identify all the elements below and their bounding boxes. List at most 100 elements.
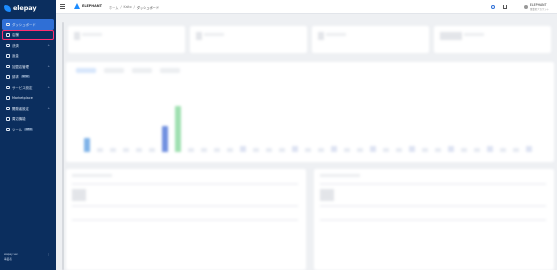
invoice-icon [6, 75, 10, 79]
chart-bar [97, 148, 103, 152]
tool-icon [6, 127, 10, 131]
kpi-card [190, 26, 307, 53]
sidebar-item-label: 加盟店管理 [12, 64, 29, 69]
chart-bar [474, 148, 480, 152]
logo-icon [4, 4, 11, 12]
sidebar-item-label: 決済 [12, 43, 19, 48]
list-card [66, 169, 306, 270]
chart-bar [253, 148, 259, 152]
developer-icon [6, 106, 10, 110]
chart-bar [305, 148, 311, 152]
chart-bar [487, 146, 493, 152]
sidebar-item-payment[interactable]: 決済 + [2, 40, 54, 51]
dashboard-icon [6, 22, 10, 26]
brand-name: ELEPHANT [82, 4, 102, 8]
chart-bar [435, 148, 441, 152]
chart-bar [318, 148, 324, 152]
chart-bar [227, 148, 233, 152]
refund-icon [6, 54, 10, 58]
expand-icon: + [47, 64, 50, 69]
sidebar-item-dashboard[interactable]: ダッシュボード [2, 19, 54, 30]
chart-bar [331, 146, 337, 152]
chart-bar [214, 148, 220, 152]
chart-bar [344, 148, 350, 152]
breadcrumb-account[interactable]: Kaito [124, 5, 132, 10]
chart-bar [500, 148, 506, 152]
chart-bar [136, 148, 142, 152]
chart-bar [279, 148, 285, 152]
header-actions [491, 4, 507, 9]
sidebar-item-invoice[interactable]: 請求 NEW [2, 72, 54, 83]
marketplace-icon [6, 96, 10, 100]
sidebar: elepay ダッシュボード 店舗 決済 + 返金 加盟店管理 + 請求 NEW [0, 0, 56, 270]
chart-bars [84, 82, 534, 152]
download-icon[interactable] [503, 4, 507, 9]
kpi-card [434, 26, 551, 53]
sidebar-item-label: 返金 [12, 54, 19, 59]
chart-bar [149, 148, 155, 152]
user-menu[interactable]: ELEPHANT 事業者アカウント [524, 3, 549, 11]
sidebar-item-refund[interactable]: 返金 [2, 51, 54, 62]
chart-bar [422, 148, 428, 152]
chart-bar [357, 148, 363, 152]
chart-card [66, 62, 554, 162]
chart-bar [84, 138, 90, 152]
version-text: elepay ver. [4, 253, 19, 256]
chart-bar [266, 148, 272, 152]
top-header: ELEPHANT ホーム / Kaito / ダッシュボード ELEPHANT … [56, 0, 557, 14]
breadcrumb-home[interactable]: ホーム [109, 5, 118, 10]
sidebar-item-merchant[interactable]: 加盟店管理 + [2, 61, 54, 72]
chart-bar [513, 148, 519, 152]
brand: ELEPHANT [74, 3, 102, 9]
sidebar-item-label: ツール [12, 127, 23, 132]
sidebar-footer: elepay ver. 事業者 ⋮ [4, 252, 50, 261]
breadcrumb: ホーム / Kaito / ダッシュボード [109, 5, 160, 10]
chart-bar [110, 148, 116, 152]
hamburger-menu-icon[interactable] [60, 4, 65, 9]
chart-tabs [76, 68, 180, 73]
sidebar-item-label: 請求 [12, 75, 19, 80]
sidebar-item-peripheral[interactable]: 周辺機能 [2, 114, 54, 125]
chart-bar [292, 146, 298, 152]
sidebar-item-label: 店舗 [12, 33, 19, 38]
expand-icon: + [47, 106, 50, 111]
kpi-card [68, 26, 185, 53]
sidebar-item-service-settings[interactable]: サービス設定 + [2, 82, 54, 93]
sidebar-item-tools[interactable]: ツール NEW [2, 124, 54, 135]
sidebar-item-developer[interactable]: 開発者設定 + [2, 103, 54, 114]
chart-bar [175, 106, 181, 152]
sidebar-item-label: ダッシュボード [12, 22, 36, 27]
chart-bar [162, 126, 168, 152]
chart-bar [396, 148, 402, 152]
sidebar-item-store[interactable]: 店舗 [2, 29, 54, 40]
elepay-logo[interactable]: elepay [4, 3, 37, 13]
chart-bar [448, 146, 454, 152]
chart-bar [240, 146, 246, 152]
loading-placeholder [56, 14, 557, 270]
peripheral-icon [6, 117, 10, 121]
new-badge: NEW [20, 75, 30, 79]
sidebar-item-label: 周辺機能 [12, 117, 26, 122]
sidebar-item-label: Marketplace [12, 95, 33, 100]
chart-bar [123, 148, 129, 152]
chart-bar [409, 146, 415, 152]
store-icon [6, 33, 10, 37]
sidebar-item-marketplace[interactable]: Marketplace [2, 93, 54, 104]
help-icon[interactable] [491, 4, 495, 9]
more-options-icon[interactable]: ⋮ [47, 252, 50, 257]
settings-icon [6, 85, 10, 89]
dashboard-content [56, 14, 557, 270]
payment-icon [6, 43, 10, 47]
avatar [524, 4, 529, 9]
account-type-text: 事業者 [4, 258, 12, 261]
new-badge: NEW [24, 127, 34, 131]
chart-bar [526, 146, 532, 152]
expand-icon: + [47, 85, 50, 90]
merchant-icon [6, 64, 10, 68]
chart-bar [461, 148, 467, 152]
expand-icon: + [47, 43, 50, 48]
sidebar-nav: ダッシュボード 店舗 決済 + 返金 加盟店管理 + 請求 NEW サービス設定 [2, 19, 54, 135]
sidebar-item-label: 開発者設定 [12, 106, 29, 111]
chart-bar [383, 148, 389, 152]
user-account-type: 事業者アカウント [529, 8, 549, 11]
